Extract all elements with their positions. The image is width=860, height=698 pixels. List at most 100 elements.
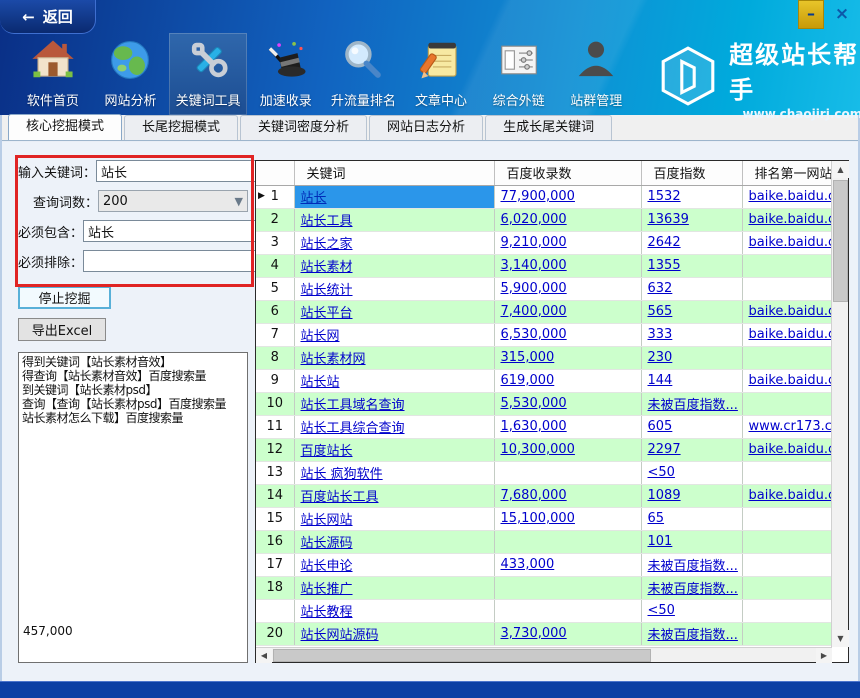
keyword-link[interactable]: 站长 疯狗软件 bbox=[301, 467, 383, 482]
table-row[interactable]: 13站长 疯狗软件<50 bbox=[256, 461, 832, 484]
row-number-cell[interactable]: 4 bbox=[256, 254, 294, 277]
top-site-link[interactable]: www.cr173.com bbox=[749, 419, 833, 434]
header-keyword[interactable]: 关键词 bbox=[294, 161, 494, 185]
baidu-inclusion-link[interactable]: 9,210,000 bbox=[501, 235, 567, 250]
scroll-up-icon[interactable]: ▲ bbox=[832, 161, 849, 178]
table-row[interactable]: 18站长推广未被百度指数... bbox=[256, 576, 832, 599]
baidu-index-link[interactable]: 2297 bbox=[648, 442, 681, 457]
table-row[interactable]: 14百度站长工具7,680,0001089baike.baidu.co bbox=[256, 484, 832, 507]
stop-mining-button[interactable]: 停止挖掘 bbox=[18, 286, 111, 309]
tab-longtail-mining[interactable]: 长尾挖掘模式 bbox=[124, 115, 238, 140]
include-input[interactable] bbox=[83, 220, 263, 242]
baidu-index-link[interactable]: <50 bbox=[648, 603, 675, 618]
baidu-inclusion-link[interactable]: 315,000 bbox=[501, 350, 555, 365]
keyword-input[interactable] bbox=[96, 160, 276, 182]
toolbar-item-speed-index[interactable]: 加速收录 bbox=[247, 33, 325, 115]
toolbar-item-backlinks[interactable]: 综合外链 bbox=[480, 33, 558, 115]
minimize-button[interactable]: – bbox=[798, 0, 824, 29]
baidu-index-link[interactable]: 1532 bbox=[648, 189, 681, 204]
table-row[interactable]: 6站长平台7,400,000565baike.baidu.co bbox=[256, 300, 832, 323]
tab-keyword-density[interactable]: 关键词密度分析 bbox=[240, 115, 367, 140]
scroll-left-icon[interactable]: ◀ bbox=[256, 648, 272, 663]
tab-site-log-analysis[interactable]: 网站日志分析 bbox=[369, 115, 483, 140]
keyword-link[interactable]: 站长素材 bbox=[301, 260, 353, 275]
baidu-inclusion-link[interactable]: 7,400,000 bbox=[501, 304, 567, 319]
toolbar-item-traffic-rank[interactable]: 升流量排名 bbox=[325, 33, 403, 115]
table-row[interactable]: 5站长统计5,900,000632 bbox=[256, 277, 832, 300]
toolbar-item-keyword-tools[interactable]: 关键词工具 bbox=[169, 33, 247, 115]
row-number-cell[interactable]: 20 bbox=[256, 622, 294, 645]
header-baidu-index[interactable]: 百度指数 bbox=[641, 161, 742, 185]
keyword-link[interactable]: 站长网站源码 bbox=[301, 628, 379, 643]
baidu-index-link[interactable]: 未被百度指数... bbox=[648, 628, 738, 643]
baidu-inclusion-link[interactable]: 433,000 bbox=[501, 557, 555, 572]
export-excel-button[interactable]: 导出Excel bbox=[18, 318, 106, 341]
row-number-cell[interactable]: 18 bbox=[256, 576, 294, 599]
keyword-link[interactable]: 百度站长工具 bbox=[301, 490, 379, 505]
keyword-link[interactable]: 百度站长 bbox=[301, 444, 353, 459]
keyword-link[interactable]: 站长平台 bbox=[301, 306, 353, 321]
baidu-inclusion-link[interactable]: 3,140,000 bbox=[501, 258, 567, 273]
baidu-index-link[interactable]: 632 bbox=[648, 281, 673, 296]
table-row[interactable]: 8 站长素材网 315,000 230 bbox=[256, 346, 832, 369]
baidu-inclusion-link[interactable]: 3,730,000 bbox=[501, 626, 567, 641]
baidu-inclusion-link[interactable]: 1,630,000 bbox=[501, 419, 567, 434]
baidu-index-link[interactable]: 2642 bbox=[648, 235, 681, 250]
baidu-index-link[interactable]: 605 bbox=[648, 419, 673, 434]
header-baidu-inclusion[interactable]: 百度收录数 bbox=[494, 161, 641, 185]
row-number-cell[interactable]: 14 bbox=[256, 484, 294, 507]
back-button[interactable]: ← 返回 bbox=[0, 0, 96, 34]
baidu-index-link[interactable]: 65 bbox=[648, 511, 665, 526]
keyword-link[interactable]: 站长素材网 bbox=[301, 352, 366, 367]
header-row-number[interactable] bbox=[256, 161, 294, 185]
table-row[interactable]: 11站长工具综合查询1,630,000605www.cr173.com bbox=[256, 415, 832, 438]
top-site-link[interactable]: baike.baidu.co bbox=[749, 304, 833, 319]
row-number-cell[interactable]: 15 bbox=[256, 507, 294, 530]
baidu-inclusion-link[interactable]: 15,100,000 bbox=[501, 511, 575, 526]
keyword-link[interactable]: 站长工具域名查询 bbox=[301, 398, 405, 413]
table-row[interactable]: 16站长源码101 bbox=[256, 530, 832, 553]
keyword-link[interactable]: 站长站 bbox=[301, 375, 340, 390]
horizontal-scroll-thumb[interactable] bbox=[273, 649, 651, 662]
baidu-index-link[interactable]: <50 bbox=[648, 465, 675, 480]
baidu-inclusion-link[interactable]: 5,900,000 bbox=[501, 281, 567, 296]
baidu-index-link[interactable]: 未被百度指数... bbox=[648, 582, 738, 597]
table-row[interactable]: 4 站长素材 3,140,000 1355 bbox=[256, 254, 832, 277]
exclude-input[interactable] bbox=[83, 250, 263, 272]
row-number-cell[interactable]: 12 bbox=[256, 438, 294, 461]
tab-core-mining[interactable]: 核心挖掘模式 bbox=[8, 114, 122, 140]
table-row[interactable]: 15站长网站15,100,00065 bbox=[256, 507, 832, 530]
table-row[interactable]: 9站长站619,000144baike.baidu.co bbox=[256, 369, 832, 392]
top-site-link[interactable]: baike.baidu.co bbox=[749, 327, 833, 342]
baidu-index-link[interactable]: 144 bbox=[648, 373, 673, 388]
toolbar-item-article-center[interactable]: 文章中心 bbox=[402, 33, 480, 115]
baidu-inclusion-link[interactable]: 7,680,000 bbox=[501, 488, 567, 503]
baidu-index-link[interactable]: 230 bbox=[648, 350, 673, 365]
table-row[interactable]: 7站长网6,530,000333baike.baidu.co bbox=[256, 323, 832, 346]
toolbar-item-site-analysis[interactable]: 网站分析 bbox=[92, 33, 170, 115]
row-number-cell[interactable]: 11 bbox=[256, 415, 294, 438]
table-row[interactable]: 3站长之家9,210,0002642baike.baidu.co bbox=[256, 231, 832, 254]
keyword-link[interactable]: 站长网 bbox=[301, 329, 340, 344]
table-row[interactable]: 17站长申论433,000未被百度指数... bbox=[256, 553, 832, 576]
top-site-link[interactable]: baike.baidu.co bbox=[749, 442, 833, 457]
keyword-link[interactable]: 站长申论 bbox=[301, 559, 353, 574]
row-number-cell[interactable]: 7 bbox=[256, 323, 294, 346]
keyword-link[interactable]: 站长源码 bbox=[301, 536, 353, 551]
baidu-index-link[interactable]: 1355 bbox=[648, 258, 681, 273]
row-number-cell[interactable]: ▶1 bbox=[256, 185, 294, 208]
table-row[interactable]: 10站长工具域名查询5,530,000未被百度指数... bbox=[256, 392, 832, 415]
toolbar-item-home[interactable]: 软件首页 bbox=[14, 33, 92, 115]
keyword-link[interactable]: 站长工具 bbox=[301, 214, 353, 229]
table-row[interactable]: ▶1站长77,900,0001532baike.baidu.co bbox=[256, 185, 832, 208]
top-site-link[interactable]: baike.baidu.co bbox=[749, 189, 833, 204]
table-row[interactable]: 2站长工具6,020,00013639baike.baidu.co bbox=[256, 208, 832, 231]
scroll-right-icon[interactable]: ▶ bbox=[816, 648, 832, 663]
scroll-down-icon[interactable]: ▼ bbox=[832, 630, 849, 647]
row-number-cell[interactable]: 6 bbox=[256, 300, 294, 323]
vertical-scroll-thumb[interactable] bbox=[833, 180, 848, 302]
header-top-site[interactable]: 排名第一网站 bbox=[742, 161, 832, 185]
tab-generate-longtail[interactable]: 生成长尾关键词 bbox=[485, 115, 612, 140]
baidu-inclusion-link[interactable]: 77,900,000 bbox=[501, 189, 575, 204]
row-number-cell[interactable]: 8 bbox=[256, 346, 294, 369]
